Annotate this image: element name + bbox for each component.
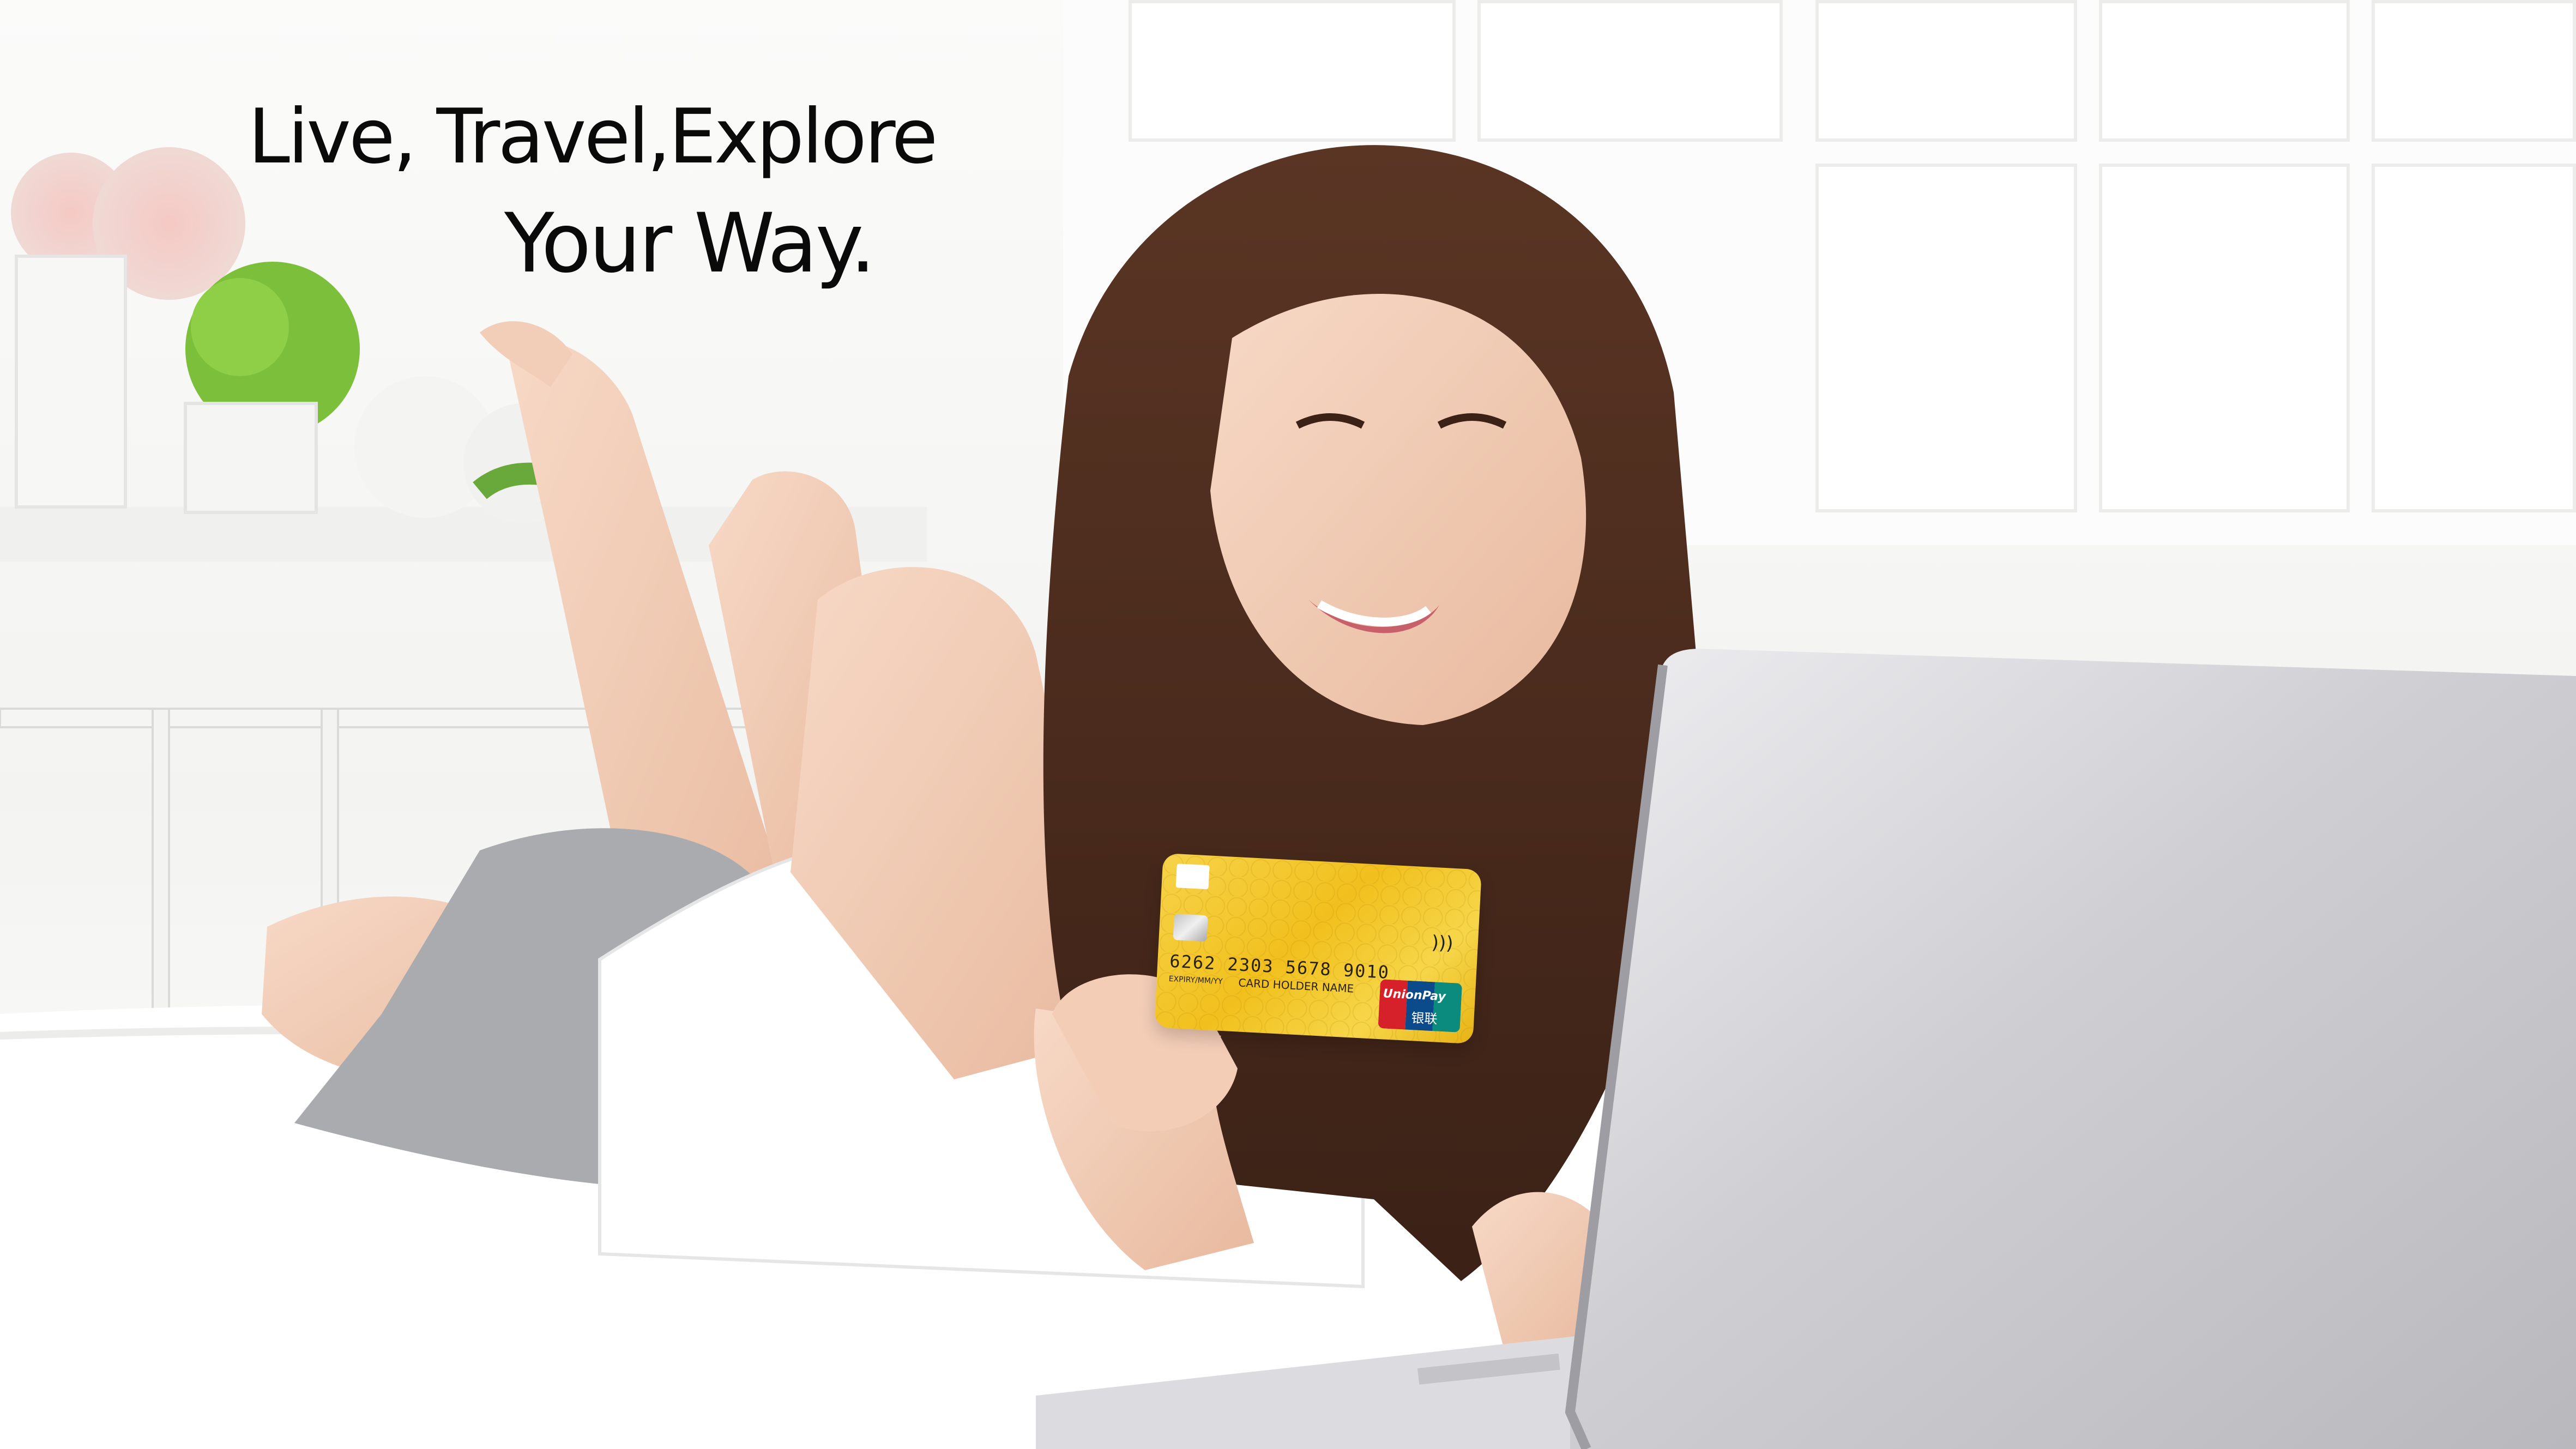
unionpay-logo: UnionPay 银联 — [1378, 979, 1463, 1033]
laptop — [1565, 649, 2576, 1449]
unionpay-cn-text: 银联 — [1410, 1010, 1438, 1027]
chip-icon — [1173, 914, 1208, 942]
headline: Live, Travel,Explore Your Way. — [0, 0, 981, 327]
contactless-icon: ))) — [1431, 931, 1454, 955]
hero-image: ))) 6262 2303 5678 9010 EXPIRY/MM/YY CAR… — [0, 0, 2576, 1449]
headline-line-1: Live, Travel,Explore — [248, 93, 938, 180]
headline-line-2: Your Way. — [504, 196, 876, 291]
plant-pot — [184, 402, 318, 514]
card-issuer-logo — [1175, 864, 1210, 890]
credit-card: ))) 6262 2303 5678 9010 EXPIRY/MM/YY CAR… — [1154, 853, 1482, 1045]
